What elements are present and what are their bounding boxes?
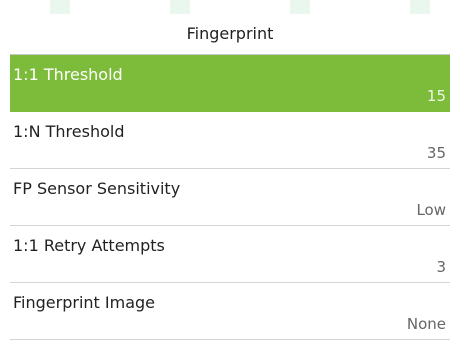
- menu-item-label: 1:1 Retry Attempts: [13, 236, 165, 255]
- page-title: Fingerprint: [10, 14, 450, 55]
- menu-item-fingerprint-image[interactable]: Fingerprint Image None: [10, 283, 450, 340]
- menu-item-fp-sensor-sensitivity[interactable]: FP Sensor Sensitivity Low: [10, 169, 450, 226]
- fingerprint-settings-screen: Fingerprint 1:1 Threshold 15 1:N Thresho…: [10, 14, 450, 342]
- settings-list: 1:1 Threshold 15 1:N Threshold 35 FP Sen…: [10, 55, 450, 340]
- menu-item-label: Fingerprint Image: [13, 293, 155, 312]
- menu-item-label: FP Sensor Sensitivity: [13, 179, 181, 198]
- menu-item-value: 35: [426, 144, 446, 162]
- menu-item-label: 1:N Threshold: [13, 122, 125, 141]
- menu-item-label: 1:1 Threshold: [13, 65, 123, 84]
- menu-item-1-1-retry-attempts[interactable]: 1:1 Retry Attempts 3: [10, 226, 450, 283]
- menu-item-value: 15: [426, 87, 446, 105]
- menu-item-1-1-threshold[interactable]: 1:1 Threshold 15: [10, 55, 450, 112]
- background-watermark: [0, 0, 450, 14]
- menu-item-1-n-threshold[interactable]: 1:N Threshold 35: [10, 112, 450, 169]
- menu-item-value: 3: [436, 258, 446, 276]
- menu-item-value: None: [406, 315, 446, 333]
- menu-item-value: Low: [416, 201, 446, 219]
